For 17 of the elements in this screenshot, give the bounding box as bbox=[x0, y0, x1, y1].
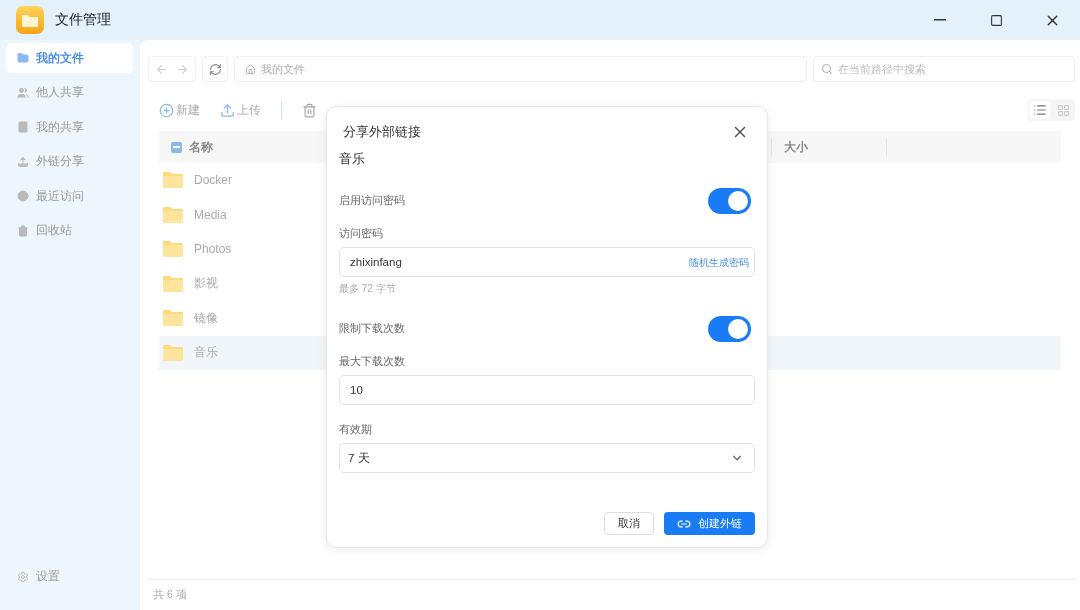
toggle-label: 启用访问密码 bbox=[339, 194, 405, 208]
file-name: Docker bbox=[194, 173, 232, 188]
dialog-title: 分享外部链接 bbox=[342, 123, 421, 141]
file-name: 音乐 bbox=[339, 151, 366, 168]
hint-text: 最多 72 字节 bbox=[339, 282, 397, 296]
file-name: 影视 bbox=[194, 275, 218, 293]
file-name: Media bbox=[194, 207, 227, 222]
file-name: Photos bbox=[194, 242, 232, 257]
window-title: 文件管理 bbox=[55, 11, 111, 29]
path-text: 我的文件 bbox=[261, 61, 305, 77]
field-label: 有效期 bbox=[339, 423, 373, 437]
toggle-label: 限制下载次数 bbox=[339, 322, 405, 336]
field-label: 最大下载次数 bbox=[339, 355, 406, 369]
item-count: 共 6 项 bbox=[153, 588, 187, 602]
file-name: 音乐 bbox=[194, 344, 218, 362]
field-label: 访问密码 bbox=[339, 227, 384, 241]
file-name: 镜像 bbox=[194, 309, 218, 327]
